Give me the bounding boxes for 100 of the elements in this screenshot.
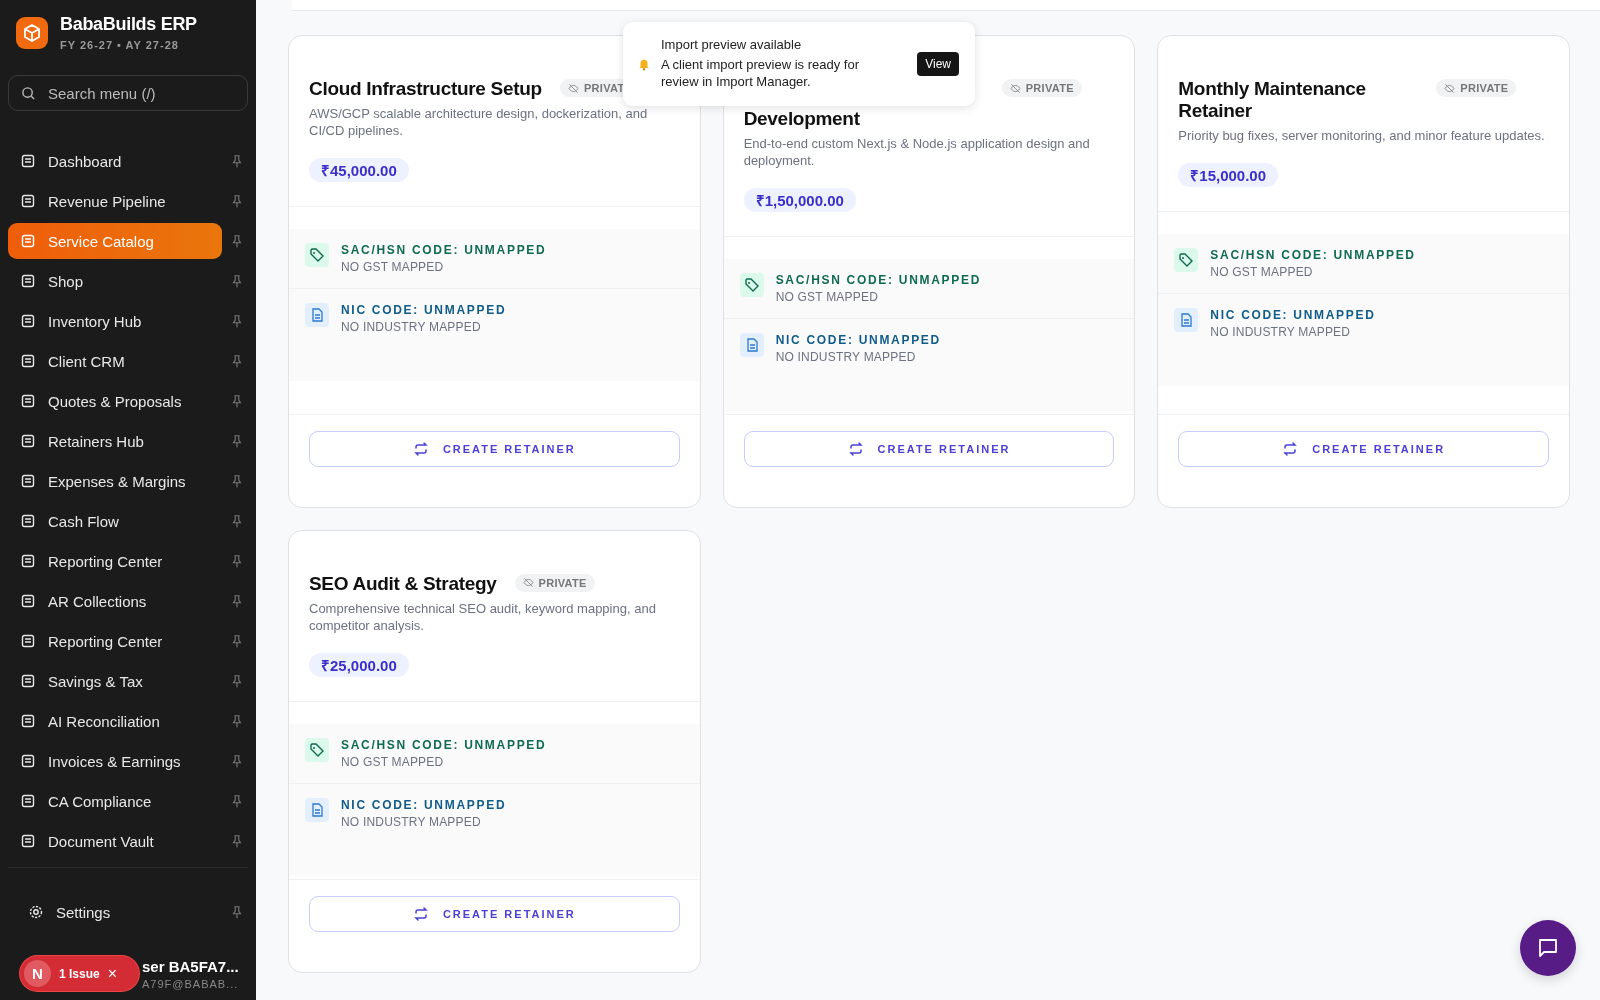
pin-icon[interactable]: [230, 514, 244, 528]
gst-status: NO GST MAPPED: [775, 289, 880, 304]
pin-icon[interactable]: [230, 354, 244, 368]
create-retainer-button[interactable]: CREATE RETAINER: [309, 430, 680, 467]
service-description: AWS/GCP scalable architecture design, dockerization, and CI/CD pipelines.: [309, 106, 649, 140]
search-field[interactable]: Search menu (/): [8, 75, 248, 111]
nav-item[interactable]: Cash Flow: [8, 503, 222, 539]
private-badge: PRIVATE: [1001, 79, 1082, 97]
repeat-icon: [847, 440, 864, 457]
view-button[interactable]: View: [917, 52, 959, 76]
industry-status: NO INDUSTRY MAPPED: [1210, 324, 1352, 339]
nav-item[interactable]: AI Reconciliation: [8, 703, 222, 739]
create-retainer-button[interactable]: CREATE RETAINER: [309, 895, 680, 932]
nic-code-label: NIC CODE: UNMAPPED: [775, 332, 941, 347]
nav-item[interactable]: Reporting Center: [8, 543, 222, 579]
pin-icon[interactable]: [230, 154, 244, 168]
bell-icon: [637, 57, 651, 71]
pin-icon[interactable]: [230, 234, 244, 248]
gst-status: NO GST MAPPED: [1210, 264, 1314, 279]
nav-item[interactable]: AR Collections: [8, 583, 222, 619]
chat-icon: [1536, 936, 1560, 960]
repeat-icon: [1282, 440, 1299, 457]
repeat-icon: [412, 440, 429, 457]
nav-item[interactable]: Retainers Hub: [8, 423, 222, 459]
sac-code-label: SAC/HSN CODE: UNMAPPED: [1210, 247, 1416, 262]
settings-icon: [28, 904, 44, 920]
pin-icon[interactable]: [230, 274, 244, 288]
pin-icon[interactable]: [230, 314, 244, 328]
create-retainer-button[interactable]: CREATE RETAINER: [1178, 430, 1549, 467]
nic-code-label: NIC CODE: UNMAPPED: [341, 302, 507, 317]
nav-item[interactable]: Document Vault: [8, 823, 222, 859]
tag-icon: [305, 242, 329, 267]
pin-icon[interactable]: [230, 905, 244, 919]
create-retainer-button[interactable]: CREATE RETAINER: [743, 430, 1115, 467]
nav-item[interactable]: Dashboard: [8, 143, 222, 179]
cube-logo-icon: [16, 16, 48, 49]
pin-icon[interactable]: [230, 394, 244, 408]
issue-badge[interactable]: N 1 Issue ×: [20, 956, 139, 991]
issue-count: 1 Issue: [59, 966, 100, 981]
nic-code-label: NIC CODE: UNMAPPED: [1210, 307, 1376, 322]
chat-button[interactable]: [1520, 920, 1576, 976]
app-name: BabaBuilds ERP: [60, 14, 197, 35]
price-tag: ₹1,50,000.00: [743, 187, 856, 212]
sac-code-label: SAC/HSN CODE: UNMAPPED: [341, 737, 547, 752]
eye-off-icon: [567, 82, 579, 94]
industry-status: NO INDUSTRY MAPPED: [775, 349, 917, 364]
private-badge: PRIVATE: [1436, 79, 1517, 97]
pin-icon[interactable]: [230, 594, 244, 608]
gst-status: NO GST MAPPED: [341, 259, 445, 274]
eye-off-icon: [1444, 82, 1456, 94]
nav-item[interactable]: Revenue Pipeline: [8, 183, 222, 219]
nav-item[interactable]: Quotes & Proposals: [8, 383, 222, 419]
document-icon: [305, 797, 329, 822]
price-tag: ₹25,000.00: [309, 652, 409, 677]
sac-code-label: SAC/HSN CODE: UNMAPPED: [341, 242, 547, 257]
tag-icon: [1174, 247, 1199, 272]
repeat-icon: [412, 905, 429, 922]
nav-item[interactable]: Client CRM: [8, 343, 222, 379]
pin-icon[interactable]: [230, 474, 244, 488]
search-input[interactable]: Search menu (/): [46, 83, 230, 103]
avatar-initial: N: [24, 960, 51, 987]
industry-status: NO INDUSTRY MAPPED: [341, 319, 482, 334]
service-title: Cloud Infrastructure Setup: [309, 78, 542, 100]
nav-item[interactable]: Invoices & Earnings: [8, 743, 222, 779]
nav-item[interactable]: Reporting Center: [8, 623, 222, 659]
pin-icon[interactable]: [230, 794, 244, 808]
fiscal-year-label: FY 26-27 • AY 27-28: [60, 39, 180, 51]
pin-icon[interactable]: [230, 194, 244, 208]
nav-item[interactable]: Shop: [8, 263, 222, 299]
service-title: Monthly Maintenance Retainer: [1178, 78, 1367, 122]
document-icon: [305, 302, 329, 327]
user-email: A79F@BABAB...: [142, 978, 239, 990]
settings-item[interactable]: Settings: [8, 894, 222, 930]
sac-code-label: SAC/HSN CODE: UNMAPPED: [775, 272, 982, 287]
pin-icon[interactable]: [230, 554, 244, 568]
nav-item[interactable]: Savings & Tax: [8, 663, 222, 699]
industry-status: NO INDUSTRY MAPPED: [341, 814, 482, 829]
user-name: ser BA5FA7...: [142, 958, 239, 975]
service-description: End-to-end custom Next.js & Node.js application design and deployment.: [743, 136, 1091, 170]
close-icon[interactable]: ×: [107, 964, 118, 983]
nav-item[interactable]: Expenses & Margins: [8, 463, 222, 499]
service-description: Comprehensive technical SEO audit, keyword mapping, and competitor analysis.: [309, 600, 657, 635]
tag-icon: [739, 272, 764, 297]
pin-icon[interactable]: [230, 834, 244, 848]
price-tag: ₹15,000.00: [1178, 162, 1279, 187]
document-icon: [1174, 307, 1199, 332]
pin-icon[interactable]: [230, 434, 244, 448]
nav-item[interactable]: Inventory Hub: [8, 303, 222, 339]
pin-icon[interactable]: [230, 754, 244, 768]
nav-item[interactable]: CA Compliance: [8, 783, 222, 819]
toast-title: Import preview available: [661, 37, 803, 53]
eye-off-icon: [522, 577, 534, 589]
nic-code-label: NIC CODE: UNMAPPED: [341, 797, 507, 812]
pin-icon[interactable]: [230, 714, 244, 728]
tag-icon: [305, 737, 329, 762]
toast-message: A client import preview is ready for review in Import Manager.: [661, 57, 860, 91]
search-icon: [21, 85, 36, 101]
pin-icon[interactable]: [230, 674, 244, 688]
pin-icon[interactable]: [230, 634, 244, 648]
private-badge: PRIVATE: [514, 573, 595, 592]
